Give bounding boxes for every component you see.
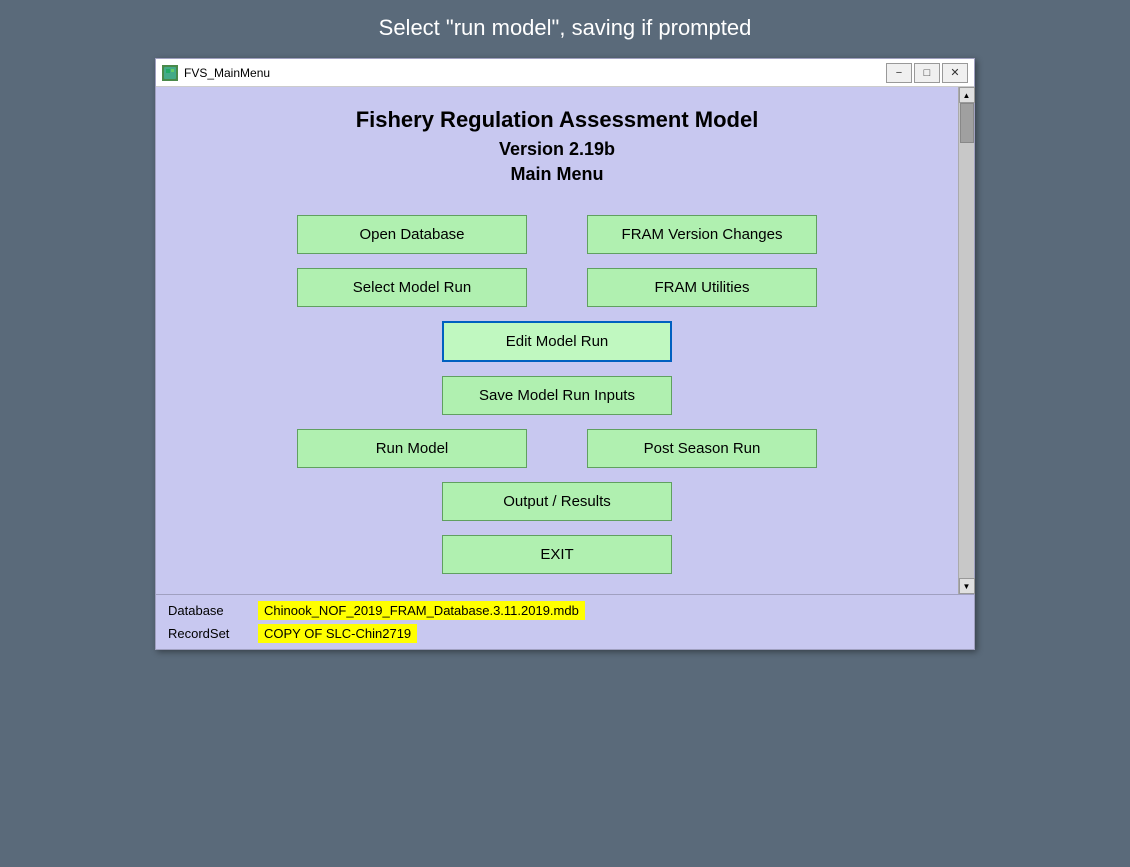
- scroll-track: [959, 103, 974, 578]
- app-version: Version 2.19b: [499, 139, 615, 160]
- select-model-run-button[interactable]: Select Model Run: [297, 268, 527, 307]
- button-row-4: Save Model Run Inputs: [196, 376, 918, 415]
- fram-version-changes-button[interactable]: FRAM Version Changes: [587, 215, 817, 254]
- post-season-run-button[interactable]: Post Season Run: [587, 429, 817, 468]
- content-area: Fishery Regulation Assessment Model Vers…: [156, 87, 974, 594]
- maximize-button[interactable]: □: [914, 63, 940, 83]
- app-menu-label: Main Menu: [511, 164, 604, 185]
- run-model-button[interactable]: Run Model: [297, 429, 527, 468]
- status-bar: Database Chinook_NOF_2019_FRAM_Database.…: [156, 594, 974, 649]
- main-window: FVS_MainMenu − □ ✕ Fishery Regulation As…: [155, 58, 975, 650]
- exit-button[interactable]: EXIT: [442, 535, 672, 574]
- buttons-grid: Open Database FRAM Version Changes Selec…: [196, 215, 918, 574]
- close-button[interactable]: ✕: [942, 63, 968, 83]
- minimize-button[interactable]: −: [886, 63, 912, 83]
- button-row-2: Select Model Run FRAM Utilities: [196, 268, 918, 307]
- open-database-button[interactable]: Open Database: [297, 215, 527, 254]
- app-title: Fishery Regulation Assessment Model: [356, 107, 759, 133]
- scroll-down-arrow[interactable]: ▼: [959, 578, 975, 594]
- scroll-up-arrow[interactable]: ▲: [959, 87, 975, 103]
- save-model-run-inputs-button[interactable]: Save Model Run Inputs: [442, 376, 672, 415]
- fram-utilities-button[interactable]: FRAM Utilities: [587, 268, 817, 307]
- main-content: Fishery Regulation Assessment Model Vers…: [156, 87, 958, 594]
- edit-model-run-button[interactable]: Edit Model Run: [442, 321, 672, 362]
- title-bar-buttons: − □ ✕: [886, 63, 968, 83]
- output-results-button[interactable]: Output / Results: [442, 482, 672, 521]
- button-row-6: Output / Results: [196, 482, 918, 521]
- scroll-thumb[interactable]: [960, 103, 974, 143]
- recordset-row: RecordSet COPY OF SLC-Chin2719: [168, 624, 962, 643]
- button-row-1: Open Database FRAM Version Changes: [196, 215, 918, 254]
- window-title: FVS_MainMenu: [184, 66, 270, 80]
- window-icon: [162, 65, 178, 81]
- title-bar-left: FVS_MainMenu: [162, 65, 270, 81]
- database-row: Database Chinook_NOF_2019_FRAM_Database.…: [168, 601, 962, 620]
- recordset-value: COPY OF SLC-Chin2719: [258, 624, 417, 643]
- scrollbar[interactable]: ▲ ▼: [958, 87, 974, 594]
- button-row-7: EXIT: [196, 535, 918, 574]
- button-row-3: Edit Model Run: [196, 321, 918, 362]
- instruction-text: Select "run model", saving if prompted: [0, 10, 1130, 46]
- database-value: Chinook_NOF_2019_FRAM_Database.3.11.2019…: [258, 601, 585, 620]
- database-label: Database: [168, 603, 248, 618]
- recordset-label: RecordSet: [168, 626, 248, 641]
- title-bar: FVS_MainMenu − □ ✕: [156, 59, 974, 87]
- button-row-5: Run Model Post Season Run: [196, 429, 918, 468]
